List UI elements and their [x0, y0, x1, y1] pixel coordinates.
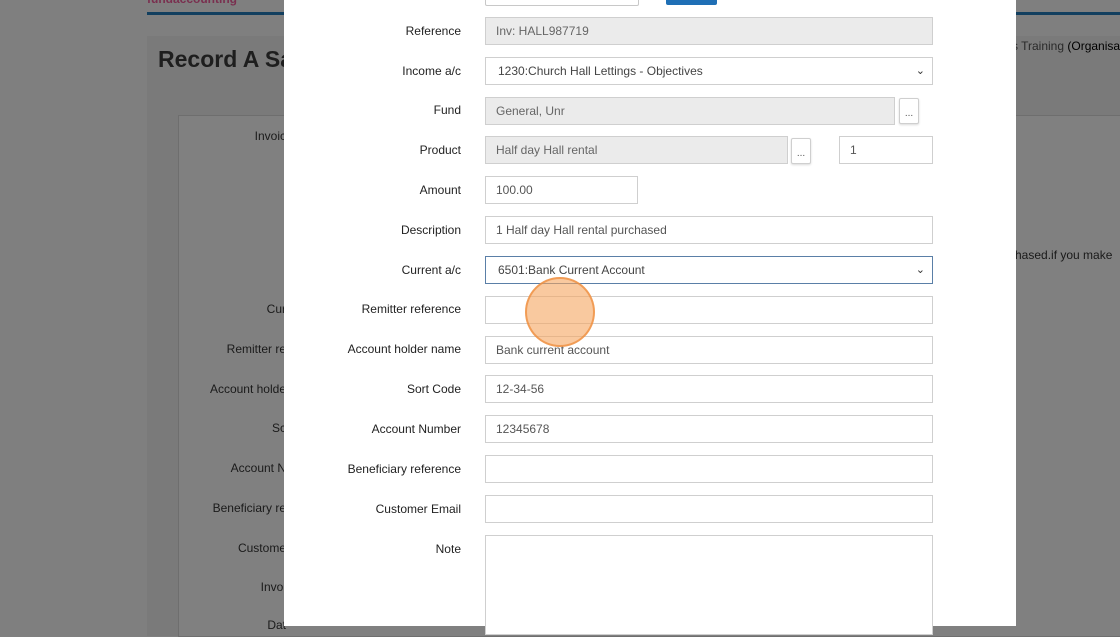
reference-label: Reference: [405, 24, 461, 38]
chevron-down-icon: ⌄: [915, 264, 925, 276]
description-label: Description: [400, 223, 461, 237]
remitter-reference-label: Remitter reference: [361, 302, 461, 316]
customer-email-input[interactable]: [485, 495, 933, 523]
organisation-label: s Training (Organisat: [1012, 39, 1120, 53]
page-title: Record A Sa: [158, 46, 294, 72]
sort-code-label: Sort Code: [406, 382, 461, 396]
current-account-label: Current a/c: [401, 263, 461, 277]
sort-code-input[interactable]: 12-34-56: [485, 375, 933, 403]
product-lookup-button[interactable]: ...: [791, 138, 811, 164]
bg-label-remitter: Remitter re: [226, 342, 286, 356]
fund-field: General, Unr: [485, 97, 895, 125]
quantity-input[interactable]: 1: [839, 136, 933, 164]
background-note: hased.if you make: [1015, 248, 1113, 262]
click-highlight: [525, 277, 595, 347]
bg-label-customer: Custome: [237, 541, 286, 555]
brand-logo: fundaccounting: [147, 0, 237, 6]
description-input[interactable]: 1 Half day Hall rental purchased: [485, 216, 933, 244]
chevron-down-icon: ⌄: [915, 65, 925, 77]
reference-field: Inv: HALL987719: [485, 17, 933, 45]
account-number-input[interactable]: 12345678: [485, 415, 933, 443]
note-textarea[interactable]: [485, 535, 933, 635]
fund-lookup-button[interactable]: ...: [899, 98, 919, 124]
bg-label-invoice: Invoic: [254, 129, 286, 143]
top-action-button[interactable]: [666, 0, 717, 5]
bg-label-holder: Account holde: [209, 382, 286, 396]
top-field[interactable]: [485, 0, 639, 6]
bg-label-beneficiary: Beneficiary re: [212, 501, 286, 515]
product-field: Half day Hall rental: [485, 136, 788, 164]
note-label: Note: [435, 542, 461, 556]
account-number-label: Account Number: [371, 422, 461, 436]
beneficiary-reference-input[interactable]: [485, 455, 933, 483]
bg-label-account: Account N: [230, 461, 286, 475]
customer-email-label: Customer Email: [375, 502, 461, 516]
sale-dialog: Reference Inv: HALL987719 Income a/c 123…: [284, 0, 1016, 635]
account-holder-label: Account holder name: [347, 342, 461, 356]
beneficiary-reference-label: Beneficiary reference: [347, 462, 461, 476]
amount-input[interactable]: 100.00: [485, 176, 638, 204]
fund-label: Fund: [433, 103, 461, 117]
product-label: Product: [419, 143, 461, 157]
income-label: Income a/c: [402, 64, 461, 78]
income-account-select[interactable]: 1230:Church Hall Lettings - Objectives ⌄: [485, 57, 933, 85]
bg-label-invoice-2: Invoi: [260, 580, 286, 594]
amount-label: Amount: [419, 183, 461, 197]
